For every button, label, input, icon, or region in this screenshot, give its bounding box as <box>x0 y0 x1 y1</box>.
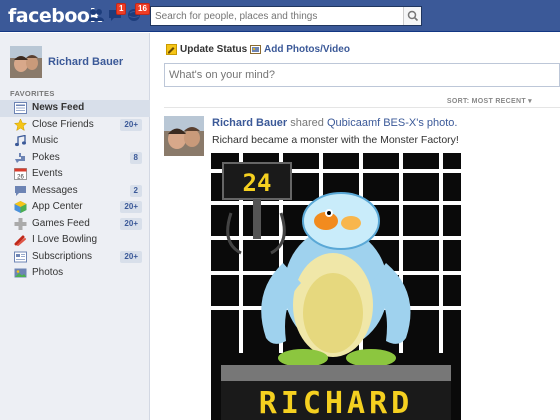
sidebar-item-label: News Feed <box>32 102 85 113</box>
photo-name-text: RICHARD <box>259 386 413 420</box>
status-composer[interactable] <box>164 63 560 87</box>
music-icon <box>14 134 27 147</box>
story-verb: shared <box>290 117 324 129</box>
sidebar-item-messages[interactable]: Messages 2 <box>0 183 150 200</box>
messages-icon <box>14 185 27 197</box>
photo-video-icon <box>250 44 261 55</box>
count-badge: 2 <box>129 184 142 197</box>
messages-icon[interactable]: 1 <box>108 3 127 22</box>
calendar-icon: 26 <box>14 168 27 181</box>
story-avatar[interactable] <box>164 116 204 156</box>
profile-avatar[interactable] <box>10 46 42 78</box>
profile-name[interactable]: Richard Bauer <box>48 56 123 68</box>
search-input[interactable] <box>151 7 401 25</box>
add-photos-label: Add Photos/Video <box>264 44 350 55</box>
sidebar-item-subscriptions[interactable]: Subscriptions 20+ <box>0 249 150 266</box>
sort-label: SORT: MOST RECENT <box>446 98 526 105</box>
sidebar-item-events[interactable]: 26 Events <box>0 166 150 183</box>
feed-divider <box>164 107 560 108</box>
update-status-label: Update Status <box>180 44 248 55</box>
left-sidebar: Richard Bauer FAVORITES News Feed Close … <box>0 33 150 420</box>
sidebar-item-label: Photos <box>32 267 64 278</box>
count-badge: 20+ <box>120 118 142 131</box>
svg-text:26: 26 <box>17 175 24 181</box>
sidebar-item-games-feed[interactable]: Games Feed 20+ <box>0 216 150 233</box>
story-message: Richard became a monster with the Monste… <box>212 134 459 146</box>
friend-requests-icon[interactable] <box>88 8 104 22</box>
sidebar-item-label: Messages <box>32 184 78 196</box>
messages-badge: 1 <box>116 3 127 15</box>
search-icon <box>407 10 419 22</box>
sidebar-item-pokes[interactable]: Pokes 8 <box>0 150 150 167</box>
poke-icon <box>14 152 27 164</box>
notifications-badge: 16 <box>135 3 150 15</box>
sidebar-item-label: I Love Bowling <box>32 234 98 245</box>
notifications-globe-icon[interactable]: 16 <box>127 3 150 22</box>
search-button[interactable] <box>403 7 421 25</box>
favorites-list: News Feed Close Friends 20+ Music Pokes … <box>0 100 150 282</box>
news-feed-icon <box>14 102 27 114</box>
bowling-icon <box>14 234 27 246</box>
count-badge: 20+ <box>120 201 142 213</box>
sidebar-item-label: App Center <box>32 201 83 212</box>
app-center-icon <box>14 201 27 213</box>
search-box[interactable] <box>150 6 422 26</box>
photos-icon <box>14 267 27 279</box>
story-target-link[interactable]: Qubicaamf BES-X's photo. <box>327 117 458 129</box>
photo-score-text: 24 <box>243 169 272 197</box>
sidebar-item-label: Games Feed <box>32 217 90 229</box>
status-input[interactable] <box>165 64 545 86</box>
sidebar-item-news-feed[interactable]: News Feed <box>0 100 150 117</box>
sort-dropdown[interactable]: SORT: MOST RECENT ▾ <box>447 97 532 105</box>
sidebar-item-label: Pokes <box>32 151 60 163</box>
story-actor-link[interactable]: Richard Bauer <box>212 117 287 129</box>
sidebar-item-photos[interactable]: Photos <box>0 265 150 282</box>
games-icon <box>14 217 27 230</box>
star-icon <box>13 117 28 131</box>
story-photo[interactable]: 24 RICHARD <box>211 153 461 420</box>
count-badge: 8 <box>129 151 142 164</box>
top-bar: facebook 1 16 <box>0 0 560 32</box>
sidebar-item-label: Music <box>32 135 59 146</box>
sidebar-item-label: Subscriptions <box>32 250 93 262</box>
chevron-down-icon: ▾ <box>528 98 532 105</box>
sidebar-item-close-friends[interactable]: Close Friends 20+ <box>0 117 150 134</box>
sidebar-item-label: Close Friends <box>32 118 94 130</box>
sidebar-item-i-love-bowling[interactable]: I Love Bowling <box>0 232 150 249</box>
sidebar-item-music[interactable]: Music <box>0 133 150 150</box>
count-badge: 20+ <box>120 217 142 230</box>
sidebar-item-app-center[interactable]: App Center 20+ <box>0 199 150 216</box>
profile-link[interactable]: Richard Bauer <box>10 46 150 78</box>
sidebar-item-label: Events <box>32 168 63 179</box>
count-badge: 20+ <box>120 250 142 263</box>
status-icon <box>166 44 177 55</box>
news-feed: Update Status Add Photos/Video SORT: MOS… <box>150 33 560 420</box>
story-header: Richard Bauer shared Qubicaamf BES-X's p… <box>212 117 457 129</box>
subscriptions-icon <box>14 251 27 263</box>
favorites-header: FAVORITES <box>10 89 55 98</box>
